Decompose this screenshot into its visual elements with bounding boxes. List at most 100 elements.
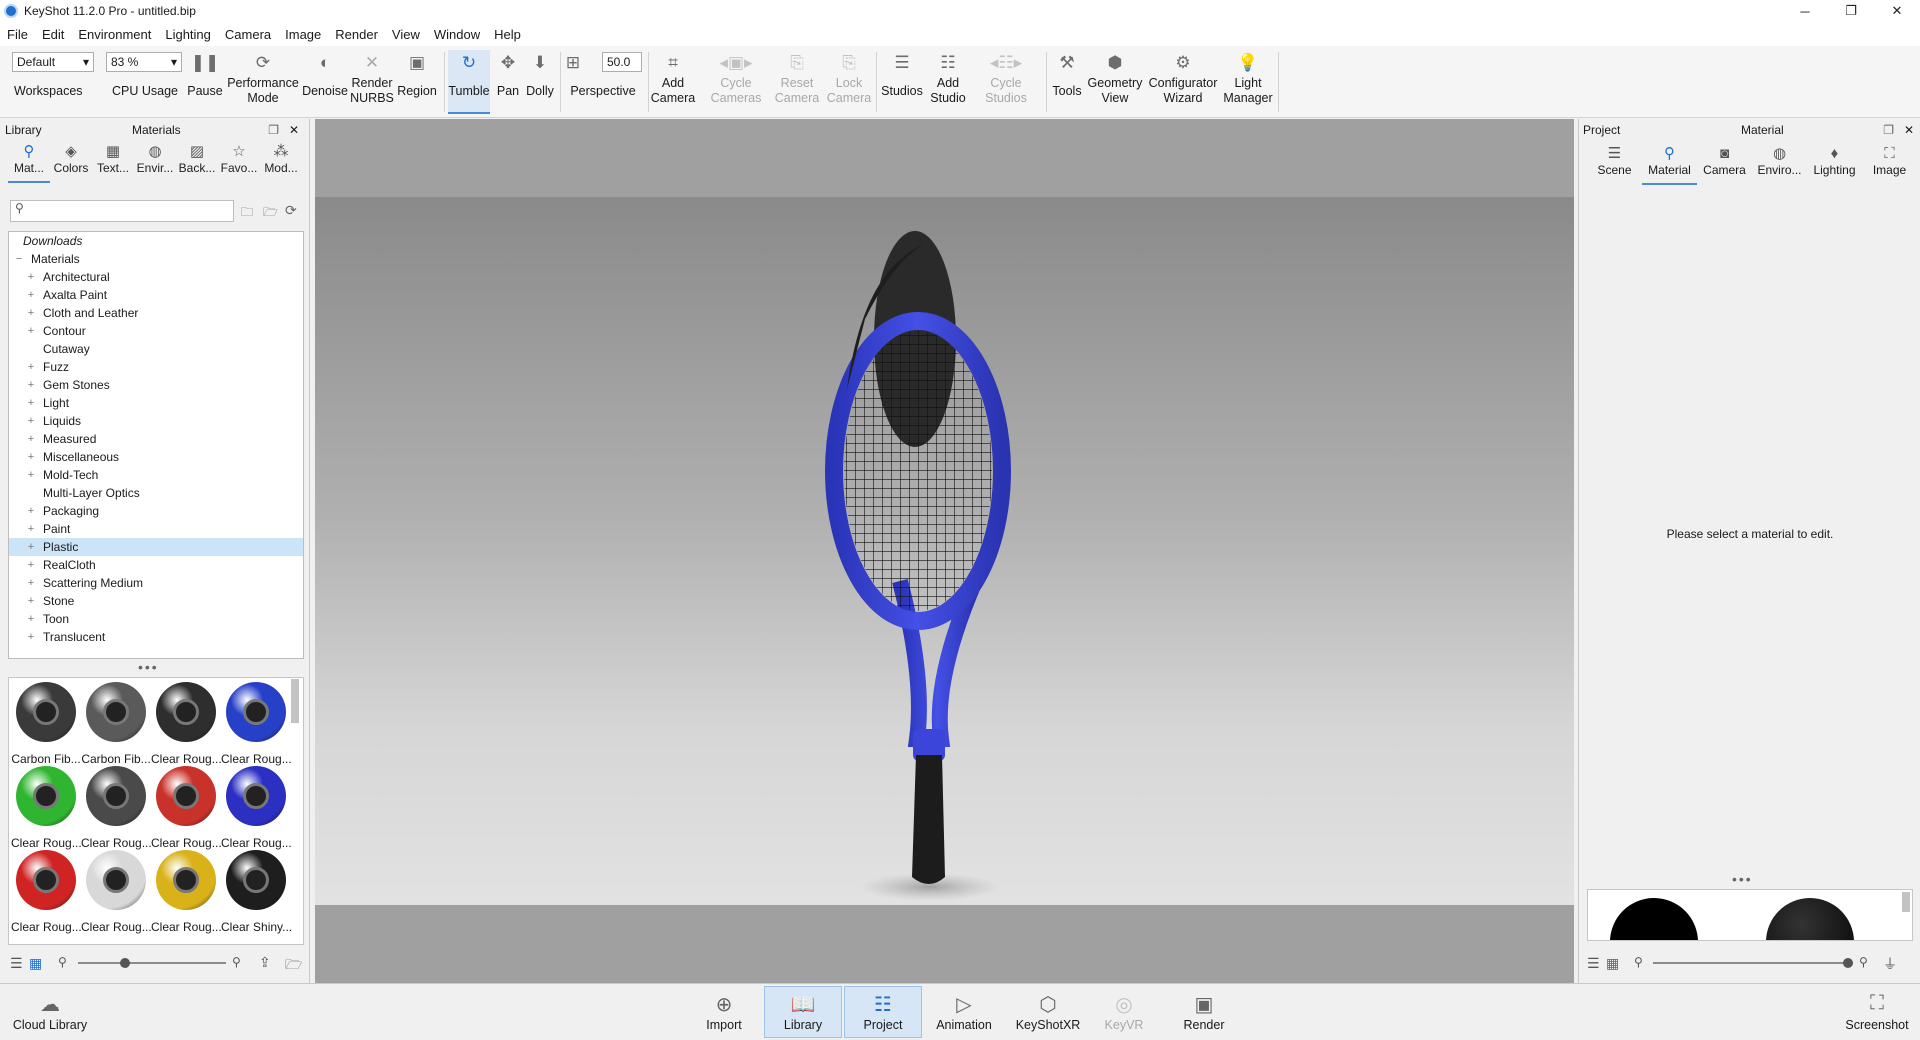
performance-mode-button[interactable]: ⟳ Performance Mode bbox=[226, 50, 300, 114]
expand-icon[interactable]: + bbox=[25, 559, 37, 571]
tree-item[interactable]: + Toon bbox=[9, 610, 303, 628]
tree-item[interactable]: Multi-Layer Optics bbox=[9, 484, 303, 502]
thumbnails-scrollbar[interactable] bbox=[291, 679, 299, 723]
menu-help[interactable]: Help bbox=[487, 27, 528, 42]
lock-camera-button[interactable]: ⎘ Lock Camera bbox=[826, 50, 872, 114]
pause-button[interactable]: ❚❚ Pause bbox=[186, 50, 224, 114]
material-thumbnail[interactable]: Clear Roug... bbox=[11, 766, 81, 850]
cpu-usage-select[interactable]: 83 % ▾ bbox=[106, 52, 182, 72]
filter-icon[interactable]: ⏚ bbox=[1883, 954, 1897, 974]
expand-icon[interactable]: + bbox=[25, 631, 37, 643]
material-thumbnail[interactable]: Clear Roug... bbox=[151, 850, 221, 934]
zoom-in-icon[interactable]: ⚲ bbox=[1859, 955, 1868, 969]
expand-icon[interactable]: + bbox=[25, 523, 37, 535]
expand-icon[interactable]: + bbox=[25, 415, 37, 427]
light-manager-button[interactable]: 💡 Light Manager bbox=[1222, 50, 1274, 114]
tab-lighting[interactable]: ♦ Lighting bbox=[1807, 143, 1862, 185]
render-nurbs-button[interactable]: ✕ Render NURBS bbox=[350, 50, 394, 114]
tree-item[interactable]: + Architectural bbox=[9, 268, 303, 286]
material-thumbnail[interactable]: Clear Roug... bbox=[151, 766, 221, 850]
cycle-studios-button[interactable]: ◂☷▸ Cycle Studios bbox=[978, 50, 1034, 114]
expand-icon[interactable]: + bbox=[25, 577, 37, 589]
tree-item[interactable]: + Axalta Paint bbox=[9, 286, 303, 304]
tab-material[interactable]: ⚲ Material bbox=[1642, 143, 1697, 185]
workspace-select[interactable]: Default ▾ bbox=[12, 52, 94, 72]
add-studio-button[interactable]: ☷ Add Studio bbox=[928, 50, 968, 114]
tree-item[interactable]: + Liquids bbox=[9, 412, 303, 430]
cycle-cameras-button[interactable]: ◂▣▸ Cycle Cameras bbox=[710, 50, 762, 114]
material-thumbnail[interactable]: Clear Shiny... bbox=[221, 850, 291, 934]
render-button[interactable]: ▣ Render bbox=[1176, 986, 1232, 1038]
menu-environment[interactable]: Environment bbox=[71, 27, 158, 42]
keyshotxr-button[interactable]: ⬡ KeyShotXR bbox=[1008, 986, 1088, 1038]
tree-item[interactable]: + RealCloth bbox=[9, 556, 303, 574]
expand-icon[interactable]: + bbox=[25, 469, 37, 481]
expand-icon[interactable]: + bbox=[25, 505, 37, 517]
tree-item[interactable]: Cutaway bbox=[9, 340, 303, 358]
tab-materials[interactable]: ⚲ Mat... bbox=[8, 141, 50, 183]
animation-button[interactable]: ▷ Animation bbox=[928, 986, 1000, 1038]
expand-icon[interactable]: + bbox=[25, 595, 37, 607]
perspective-input[interactable]: 50.0 bbox=[602, 52, 642, 72]
tree-item[interactable]: − Materials bbox=[9, 250, 303, 268]
studios-button[interactable]: ☰ Studios bbox=[878, 50, 926, 114]
expand-icon[interactable]: + bbox=[25, 613, 37, 625]
material-thumbnail[interactable]: Clear Roug... bbox=[11, 850, 81, 934]
import-button[interactable]: ⊕ Import bbox=[694, 986, 754, 1038]
denoise-button[interactable]: ◐ Denoise bbox=[302, 50, 348, 114]
tree-item[interactable]: + Paint bbox=[9, 520, 303, 538]
menu-window[interactable]: Window bbox=[427, 27, 487, 42]
preview-size-slider[interactable] bbox=[1653, 958, 1853, 968]
tree-item[interactable]: + Translucent bbox=[9, 628, 303, 646]
splitter-handle[interactable]: ••• bbox=[1732, 871, 1753, 887]
close-icon[interactable]: ✕ bbox=[1904, 123, 1914, 137]
menu-camera[interactable]: Camera bbox=[218, 27, 278, 42]
material-preview-ball[interactable] bbox=[1766, 898, 1854, 940]
tree-item[interactable]: + Plastic bbox=[9, 538, 303, 556]
material-thumbnail[interactable]: Clear Roug... bbox=[81, 766, 151, 850]
zoom-out-icon[interactable]: ⚲ bbox=[1634, 955, 1643, 969]
material-thumbnail[interactable]: Clear Roug... bbox=[221, 682, 291, 766]
maximize-button[interactable]: ❐ bbox=[1828, 0, 1874, 22]
folder-add-icon[interactable]: 🗁 bbox=[263, 203, 278, 224]
screenshot-button[interactable]: ⛶ Screenshot bbox=[1840, 986, 1914, 1038]
refresh-icon[interactable]: ⟳ bbox=[285, 202, 297, 219]
tab-environments[interactable]: ◍ Envir... bbox=[134, 141, 176, 183]
expand-icon[interactable]: + bbox=[25, 325, 37, 337]
library-toggle-button[interactable]: 📖 Library bbox=[764, 986, 842, 1038]
tree-item[interactable]: + Fuzz bbox=[9, 358, 303, 376]
tree-item[interactable]: + Light bbox=[9, 394, 303, 412]
tumble-button[interactable]: ↻ Tumble bbox=[448, 50, 490, 114]
thumbnail-size-slider[interactable] bbox=[78, 958, 226, 968]
tab-models[interactable]: ⁂ Mod... bbox=[260, 141, 302, 183]
tab-favorites[interactable]: ☆ Favo... bbox=[218, 141, 260, 183]
keyvr-button[interactable]: ◎ KeyVR bbox=[1100, 986, 1148, 1038]
list-view-icon[interactable]: ☰ bbox=[10, 955, 23, 972]
render-viewport[interactable] bbox=[315, 119, 1574, 983]
tree-item[interactable]: + Gem Stones bbox=[9, 376, 303, 394]
preview-scrollbar[interactable] bbox=[1902, 892, 1910, 912]
library-search-input[interactable]: ⚲ bbox=[10, 200, 234, 222]
undock-icon[interactable]: ❐ bbox=[268, 123, 279, 137]
close-icon[interactable]: ✕ bbox=[289, 123, 299, 137]
folder-icon[interactable]: 🗁 bbox=[285, 954, 302, 978]
minimize-button[interactable]: ─ bbox=[1782, 0, 1828, 22]
reset-camera-button[interactable]: ⎘ Reset Camera bbox=[772, 50, 822, 114]
undock-icon[interactable]: ❐ bbox=[1883, 123, 1894, 137]
list-view-icon[interactable]: ☰ bbox=[1587, 955, 1600, 972]
menu-render[interactable]: Render bbox=[328, 27, 385, 42]
tree-item[interactable]: + Miscellaneous bbox=[9, 448, 303, 466]
expand-icon[interactable]: + bbox=[25, 451, 37, 463]
expand-icon[interactable]: + bbox=[25, 271, 37, 283]
zoom-out-icon[interactable]: ⚲ bbox=[58, 955, 67, 969]
pan-button[interactable]: ✥ Pan bbox=[494, 50, 522, 114]
tree-item[interactable]: + Stone bbox=[9, 592, 303, 610]
material-thumbnail[interactable]: Carbon Fib... bbox=[11, 682, 81, 766]
menu-view[interactable]: View bbox=[385, 27, 427, 42]
tree-item[interactable]: + Scattering Medium bbox=[9, 574, 303, 592]
tree-item[interactable]: + Packaging bbox=[9, 502, 303, 520]
splitter-handle[interactable]: ••• bbox=[138, 659, 159, 675]
expand-icon[interactable]: + bbox=[25, 289, 37, 301]
tab-scene[interactable]: ☰ Scene bbox=[1587, 143, 1642, 185]
tree-item[interactable]: + Mold-Tech bbox=[9, 466, 303, 484]
